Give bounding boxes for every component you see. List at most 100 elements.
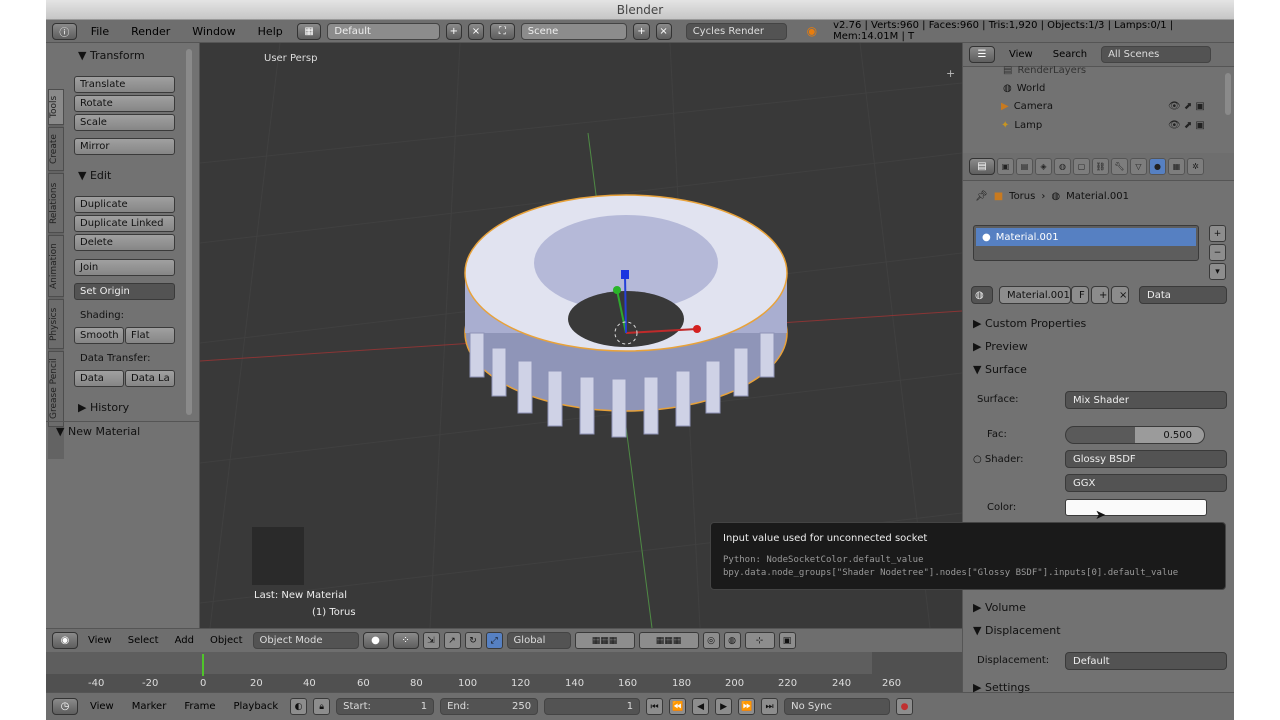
edit-panel-header[interactable]: ▼ Edit (78, 169, 111, 182)
frame-menu[interactable]: Frame (178, 701, 221, 712)
layout-field[interactable]: Default (327, 22, 440, 40)
volume-panel[interactable]: ▶ Volume (973, 601, 1026, 614)
remove-slot-icon[interactable]: − (1209, 244, 1226, 261)
displacement-dropdown[interactable]: Default (1065, 652, 1227, 670)
material-slot-item[interactable]: ● Material.001 (976, 228, 1196, 246)
jump-end-icon[interactable]: ⏭ (761, 698, 779, 715)
modifiers-tab-icon[interactable]: 🔧︎ (1111, 158, 1128, 175)
orientation-dropdown[interactable]: Global (506, 632, 571, 649)
link-dropdown[interactable]: Data (1139, 286, 1227, 304)
fac-slider[interactable]: 0.500 (1065, 426, 1205, 444)
custom-properties-panel[interactable]: ▶ Custom Properties (973, 317, 1086, 330)
viewport-shading-icon[interactable]: ● (362, 632, 389, 649)
tab-grease-pencil[interactable]: Grease Pencil (48, 351, 64, 427)
slot-menu-icon[interactable]: ▾ (1209, 263, 1226, 280)
auto-key-icon[interactable]: ◐ (290, 698, 308, 715)
color-swatch[interactable] (1065, 499, 1207, 516)
remove-scene-icon[interactable]: × (655, 22, 672, 40)
menu-file[interactable]: File (83, 25, 117, 38)
pivot-point-icon[interactable]: ⁘ (392, 632, 419, 649)
jump-start-icon[interactable]: ⏮ (646, 698, 664, 715)
scene-tab-icon[interactable]: ◈ (1035, 158, 1052, 175)
outliner-item[interactable]: ✦ Lamp (1001, 120, 1042, 131)
render-tab-icon[interactable]: ▣ (997, 158, 1014, 175)
snap-icon[interactable]: ⊹ (744, 632, 775, 649)
menu-window[interactable]: Window (184, 25, 243, 38)
mirror-button[interactable]: Mirror (74, 138, 175, 155)
delete-button[interactable]: Delete (74, 234, 175, 251)
shader-dropdown[interactable]: Glossy BSDF (1065, 450, 1227, 468)
translate-manipulator-icon[interactable]: ↗ (443, 632, 461, 649)
timeline[interactable]: -40 -20 0 20 40 60 80 100 120 140 160 18… (46, 652, 962, 692)
layers-grid-icon[interactable]: ▦▦▦ (574, 632, 635, 649)
outliner-view-menu[interactable]: View (1003, 49, 1039, 60)
rotate-button[interactable]: Rotate (74, 95, 175, 112)
next-keyframe-icon[interactable]: ⏩ (738, 698, 756, 715)
tab-create[interactable]: Create (48, 127, 64, 171)
select-menu[interactable]: Select (122, 635, 165, 646)
surface-panel[interactable]: ▼ Surface (973, 363, 1027, 376)
play-icon[interactable]: ▶ (715, 698, 733, 715)
scale-manipulator-icon[interactable]: ⤢ (485, 632, 503, 649)
data-layout-button[interactable]: Data La (125, 370, 175, 387)
texture-tab-icon[interactable]: ▦ (1168, 158, 1185, 175)
smooth-button[interactable]: Smooth (74, 327, 124, 344)
flat-button[interactable]: Flat (125, 327, 175, 344)
lock-range-icon[interactable]: 🔒︎ (313, 698, 331, 715)
outliner-scrollbar[interactable] (1225, 73, 1231, 115)
visibility-icons[interactable]: 👁︎ ⬈ ▣ (1168, 120, 1205, 131)
tab-animation[interactable]: Animation (48, 235, 64, 297)
transform-panel-header[interactable]: ▼ Transform (78, 49, 145, 62)
editor-type-properties-icon[interactable]: ▤ (969, 158, 995, 175)
material-tab-icon[interactable]: ● (1149, 158, 1166, 175)
particles-tab-icon[interactable]: ✲ (1187, 158, 1204, 175)
world-tab-icon[interactable]: ◍ (1054, 158, 1071, 175)
editor-type-outliner-icon[interactable]: ☰ (969, 46, 995, 63)
sync-dropdown[interactable]: No Sync (784, 698, 891, 715)
scene-icon[interactable]: ⛶ (490, 22, 515, 40)
scenes-dropdown[interactable]: All Scenes (1101, 46, 1212, 63)
current-frame-indicator[interactable] (202, 654, 204, 676)
constraints-tab-icon[interactable]: ⛓︎ (1092, 158, 1109, 175)
playback-menu[interactable]: Playback (227, 701, 284, 712)
editor-type-timeline-icon[interactable]: ◷ (52, 698, 78, 715)
translate-button[interactable]: Translate (74, 76, 175, 93)
render-engine-dropdown[interactable]: Cycles Render (685, 22, 787, 40)
join-button[interactable]: Join (74, 259, 175, 276)
material-name-field[interactable]: Material.001 (999, 286, 1071, 304)
object-menu[interactable]: Object (204, 635, 249, 646)
material-browse-icon[interactable]: ◍ (971, 286, 993, 304)
preview-panel[interactable]: ▶ Preview (973, 340, 1028, 353)
distribution-dropdown[interactable]: GGX (1065, 474, 1227, 492)
new-material-icon[interactable]: + (1091, 286, 1109, 304)
material-slot-list[interactable]: ● Material.001 (973, 225, 1199, 261)
marker-menu[interactable]: Marker (126, 701, 173, 712)
view-menu[interactable]: View (82, 635, 118, 646)
mode-dropdown[interactable]: Object Mode (252, 632, 359, 649)
prev-keyframe-icon[interactable]: ⏪ (669, 698, 687, 715)
displacement-panel[interactable]: ▼ Displacement (973, 624, 1061, 637)
record-icon[interactable]: ● (896, 698, 914, 715)
outliner-item[interactable]: ▤ RenderLayers (1003, 65, 1086, 76)
outliner-item[interactable]: ◍ World (1003, 83, 1045, 94)
tab-physics[interactable]: Physics (48, 299, 64, 349)
editor-type-3d-icon[interactable]: ◉ (52, 632, 78, 649)
start-frame-field[interactable]: Start: 1 (336, 698, 435, 715)
outliner-item[interactable]: ▶ Camera (1001, 101, 1053, 112)
settings-panel[interactable]: ▶ Settings (973, 681, 1030, 694)
layers-grid-2-icon[interactable]: ▦▦▦ (638, 632, 699, 649)
data-transfer-button[interactable]: Data (74, 370, 124, 387)
pin-icon[interactable]: 📌︎ (975, 191, 988, 202)
current-frame-field[interactable]: 1 (544, 698, 641, 715)
set-origin-dropdown[interactable]: Set Origin (74, 283, 175, 300)
end-frame-field[interactable]: End: 250 (440, 698, 539, 715)
scene-field[interactable]: Scene (520, 22, 628, 40)
add-scene-icon[interactable]: + (633, 22, 650, 40)
manipulator-toggle-icon[interactable]: ⇲ (422, 632, 440, 649)
add-layout-icon[interactable]: + (445, 22, 462, 40)
editor-type-icon[interactable]: ⓘ (52, 22, 77, 40)
proportional-edit-icon[interactable]: ◍ (723, 632, 741, 649)
tool-shelf-scrollbar[interactable] (186, 49, 192, 415)
duplicate-linked-button[interactable]: Duplicate Linked (74, 215, 175, 232)
fake-user-button[interactable]: F (1071, 286, 1089, 304)
